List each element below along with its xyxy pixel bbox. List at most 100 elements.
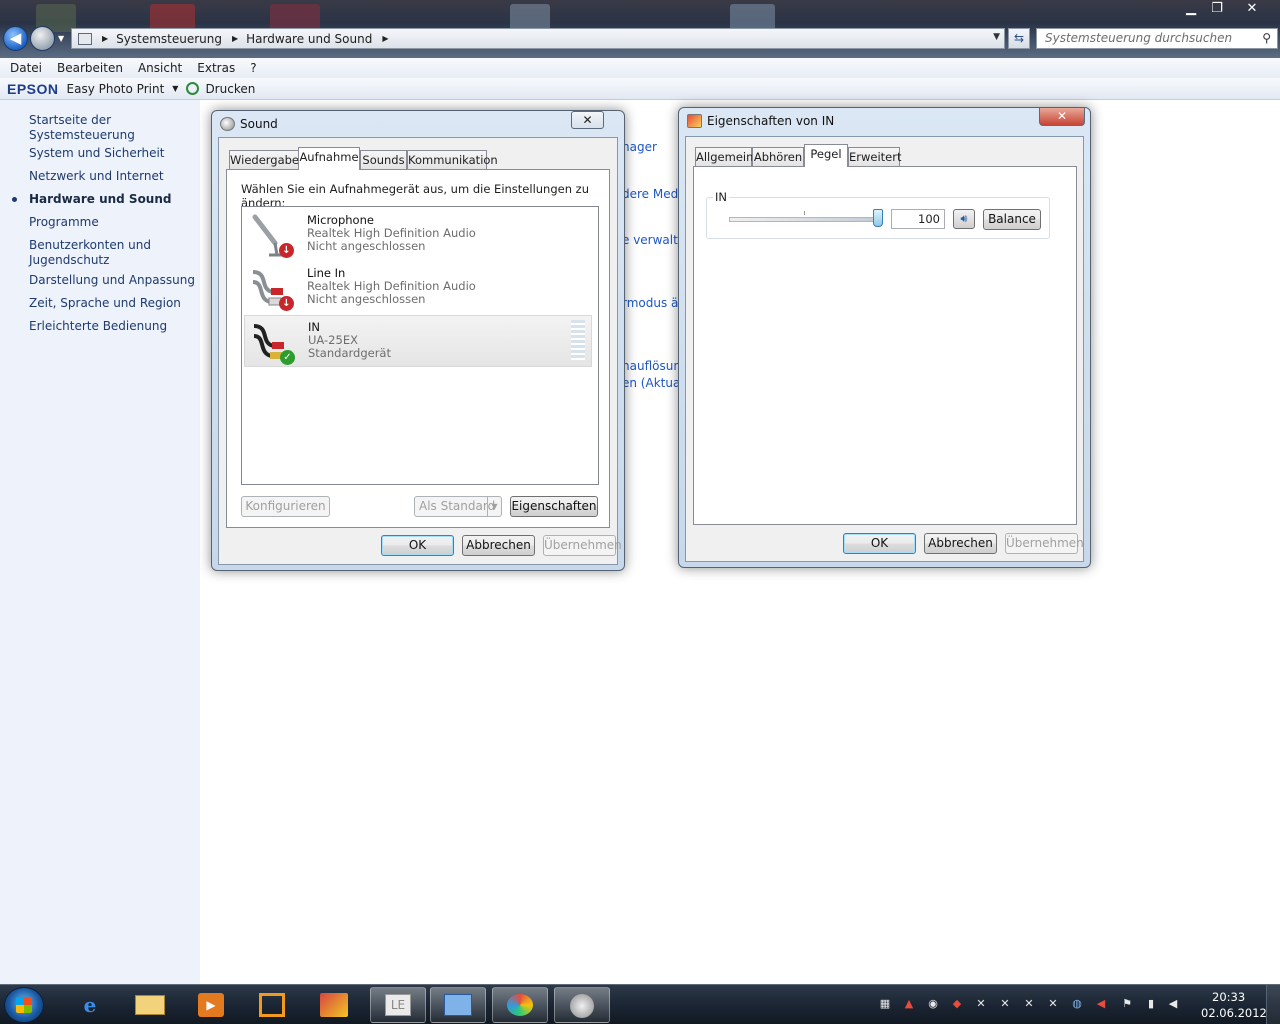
menu-datei[interactable]: Datei [10, 61, 42, 75]
device-driver: Realtek High Definition Audio [307, 226, 476, 240]
ok-button[interactable]: OK [843, 533, 916, 554]
close-button[interactable]: ✕ [571, 111, 604, 129]
tab-sounds[interactable]: Sounds [360, 150, 407, 170]
control-panel-icon[interactable] [430, 987, 486, 1023]
breadcrumb-systemsteuerung[interactable]: Systemsteuerung ▶ [116, 32, 246, 46]
cancel-button[interactable]: Abbrechen [924, 533, 997, 554]
tray-tool-icon[interactable]: ✕ [998, 997, 1012, 1011]
apply-button[interactable]: Übernehmen [543, 535, 622, 556]
balance-button[interactable]: Balance [983, 209, 1041, 230]
sidebar-item-accessibility[interactable]: Erleichterte Bedienung [29, 319, 167, 334]
device-list[interactable]: ↓ Microphone Realtek High Definition Aud… [241, 206, 599, 485]
tab-kommunikation[interactable]: Kommunikation [407, 150, 498, 170]
menu-extras[interactable]: Extras [197, 61, 235, 75]
content-link[interactable]: nager [622, 140, 657, 154]
tab-aufnahme[interactable]: Aufnahme [298, 147, 360, 170]
menu-help[interactable]: ? [250, 61, 256, 75]
properties-button[interactable]: Eigenschaften [510, 496, 598, 517]
tray-network-icon[interactable]: ◍ [1070, 997, 1084, 1011]
cancel-button[interactable]: Abbrechen [462, 535, 535, 556]
media-player-icon[interactable]: ▶ [183, 987, 239, 1023]
configure-button[interactable]: Konfigurieren [241, 496, 330, 517]
volume-slider[interactable] [729, 217, 879, 222]
list-item-microphone[interactable]: ↓ Microphone Realtek High Definition Aud… [244, 209, 592, 261]
sidebar-item-network[interactable]: Netzwerk und Internet [29, 169, 164, 184]
device-status: Nicht angeschlossen [307, 292, 426, 306]
installer-icon[interactable] [306, 987, 362, 1023]
tab-allgemein[interactable]: Allgemein [695, 147, 753, 167]
clock-date[interactable]: 02.06.2012 [1201, 1006, 1267, 1020]
action-center-flag-icon[interactable]: ⚑ [1120, 997, 1134, 1011]
content-link[interactable]: en (Aktua [622, 376, 680, 390]
chevron-down-icon[interactable]: ▼ [993, 32, 1000, 42]
recent-pages-dropdown[interactable]: ▼ [58, 34, 64, 43]
volume-value-input[interactable]: 100 [891, 209, 945, 229]
paint-icon[interactable] [492, 987, 548, 1023]
network-signal-icon[interactable]: ▮ [1144, 997, 1158, 1011]
search-icon[interactable]: ⚲ [1262, 31, 1271, 45]
close-button[interactable]: ✕ [1230, 0, 1274, 18]
sidebar-item-hardware[interactable]: Hardware und Sound [29, 192, 171, 207]
forward-button[interactable] [30, 26, 55, 51]
menu-bearbeiten[interactable]: Bearbeiten [57, 61, 123, 75]
dialog-body: Allgemein Abhören Pegel Erweitert IN 100… [685, 136, 1084, 562]
dialog-title: Eigenschaften von IN [707, 114, 835, 128]
internet-explorer-icon[interactable]: e [62, 987, 118, 1023]
content-link[interactable]: dere Medi [622, 187, 682, 201]
app-le-icon[interactable]: LE [370, 987, 426, 1023]
print-button[interactable]: Drucken [205, 82, 255, 96]
chevron-down-icon[interactable]: ▼ [172, 84, 178, 93]
mute-button[interactable]: 🔊︎ [953, 209, 975, 229]
volume-icon[interactable]: ◀ [1166, 997, 1180, 1011]
tray-app-icon[interactable]: ▦ [878, 997, 892, 1011]
list-item-in[interactable]: ✓ IN UA-25EX Standardgerät [244, 315, 592, 367]
chevron-right-icon[interactable]: ▶ [382, 34, 388, 43]
restore-button[interactable]: ❐ [1204, 0, 1230, 18]
set-default-button[interactable]: Als Standard ▼ [414, 496, 502, 517]
tray-tool-icon[interactable]: ✕ [1046, 997, 1060, 1011]
clock-time[interactable]: 20:33 [1212, 990, 1245, 1004]
tab-wiedergabe[interactable]: Wiedergabe [229, 150, 299, 170]
sidebar-item-appearance[interactable]: Darstellung und Anpassung [29, 273, 195, 288]
menu-ansicht[interactable]: Ansicht [138, 61, 182, 75]
minimize-button[interactable]: ▁ [1178, 0, 1204, 18]
tray-tool-icon[interactable]: ✕ [974, 997, 988, 1011]
ok-button[interactable]: OK [381, 535, 454, 556]
sidebar-item-accounts[interactable]: Benutzerkonten und Jugendschutz [29, 238, 159, 268]
sidebar-item-home[interactable]: Startseite der Systemsteuerung [29, 113, 200, 143]
sidebar-item-programs[interactable]: Programme [29, 215, 99, 230]
content-link[interactable]: rmodus är [622, 296, 683, 310]
chevron-right-icon[interactable]: ▶ [232, 34, 238, 43]
tray-disc-icon[interactable]: ◉ [926, 997, 940, 1011]
tray-antivirus-icon[interactable]: ▲ [902, 997, 916, 1011]
speaker-icon [220, 117, 235, 131]
sidebar-item-system[interactable]: System und Sicherheit [29, 146, 165, 161]
list-item-line-in[interactable]: ↓ Line In Realtek High Definition Audio … [244, 262, 592, 314]
start-button[interactable] [4, 987, 44, 1023]
address-bar[interactable]: ▶ Systemsteuerung ▶ Hardware und Sound ▶ ▼ [71, 28, 1005, 49]
volume-slider-thumb[interactable] [873, 209, 883, 227]
back-button[interactable]: ◀ [3, 26, 28, 51]
breadcrumb-hardware-und-sound[interactable]: Hardware und Sound ▶ [246, 32, 396, 46]
easy-photo-print-button[interactable]: Easy Photo Print [67, 82, 165, 96]
windows-logo-icon [16, 997, 32, 1013]
file-explorer-icon[interactable] [122, 987, 178, 1023]
sidebar-item-region[interactable]: Zeit, Sprache und Region [29, 296, 181, 311]
apply-button[interactable]: Übernehmen [1005, 533, 1084, 554]
tray-speaker-icon[interactable]: ◀ [1094, 997, 1108, 1011]
search-input[interactable]: Systemsteuerung durchsuchen ⚲ [1036, 28, 1278, 49]
tab-pegel[interactable]: Pegel [804, 144, 848, 167]
sound-icon[interactable] [554, 987, 610, 1023]
tray-tool-icon[interactable]: ✕ [1022, 997, 1036, 1011]
slider-tick [804, 211, 805, 215]
tab-abhoeren[interactable]: Abhören [752, 147, 804, 167]
refresh-button[interactable]: ⇆ [1008, 28, 1030, 49]
close-button[interactable]: ✕ [1039, 108, 1085, 126]
show-desktop-button[interactable] [1266, 985, 1280, 1024]
tray-pdf-icon[interactable]: ◆ [950, 997, 964, 1011]
tab-erweitert[interactable]: Erweitert [848, 147, 902, 167]
chevron-down-icon[interactable]: ▼ [487, 497, 501, 516]
level-meter [571, 320, 585, 360]
app-orange-grid-icon[interactable] [244, 987, 300, 1023]
active-bullet-icon [12, 197, 17, 202]
